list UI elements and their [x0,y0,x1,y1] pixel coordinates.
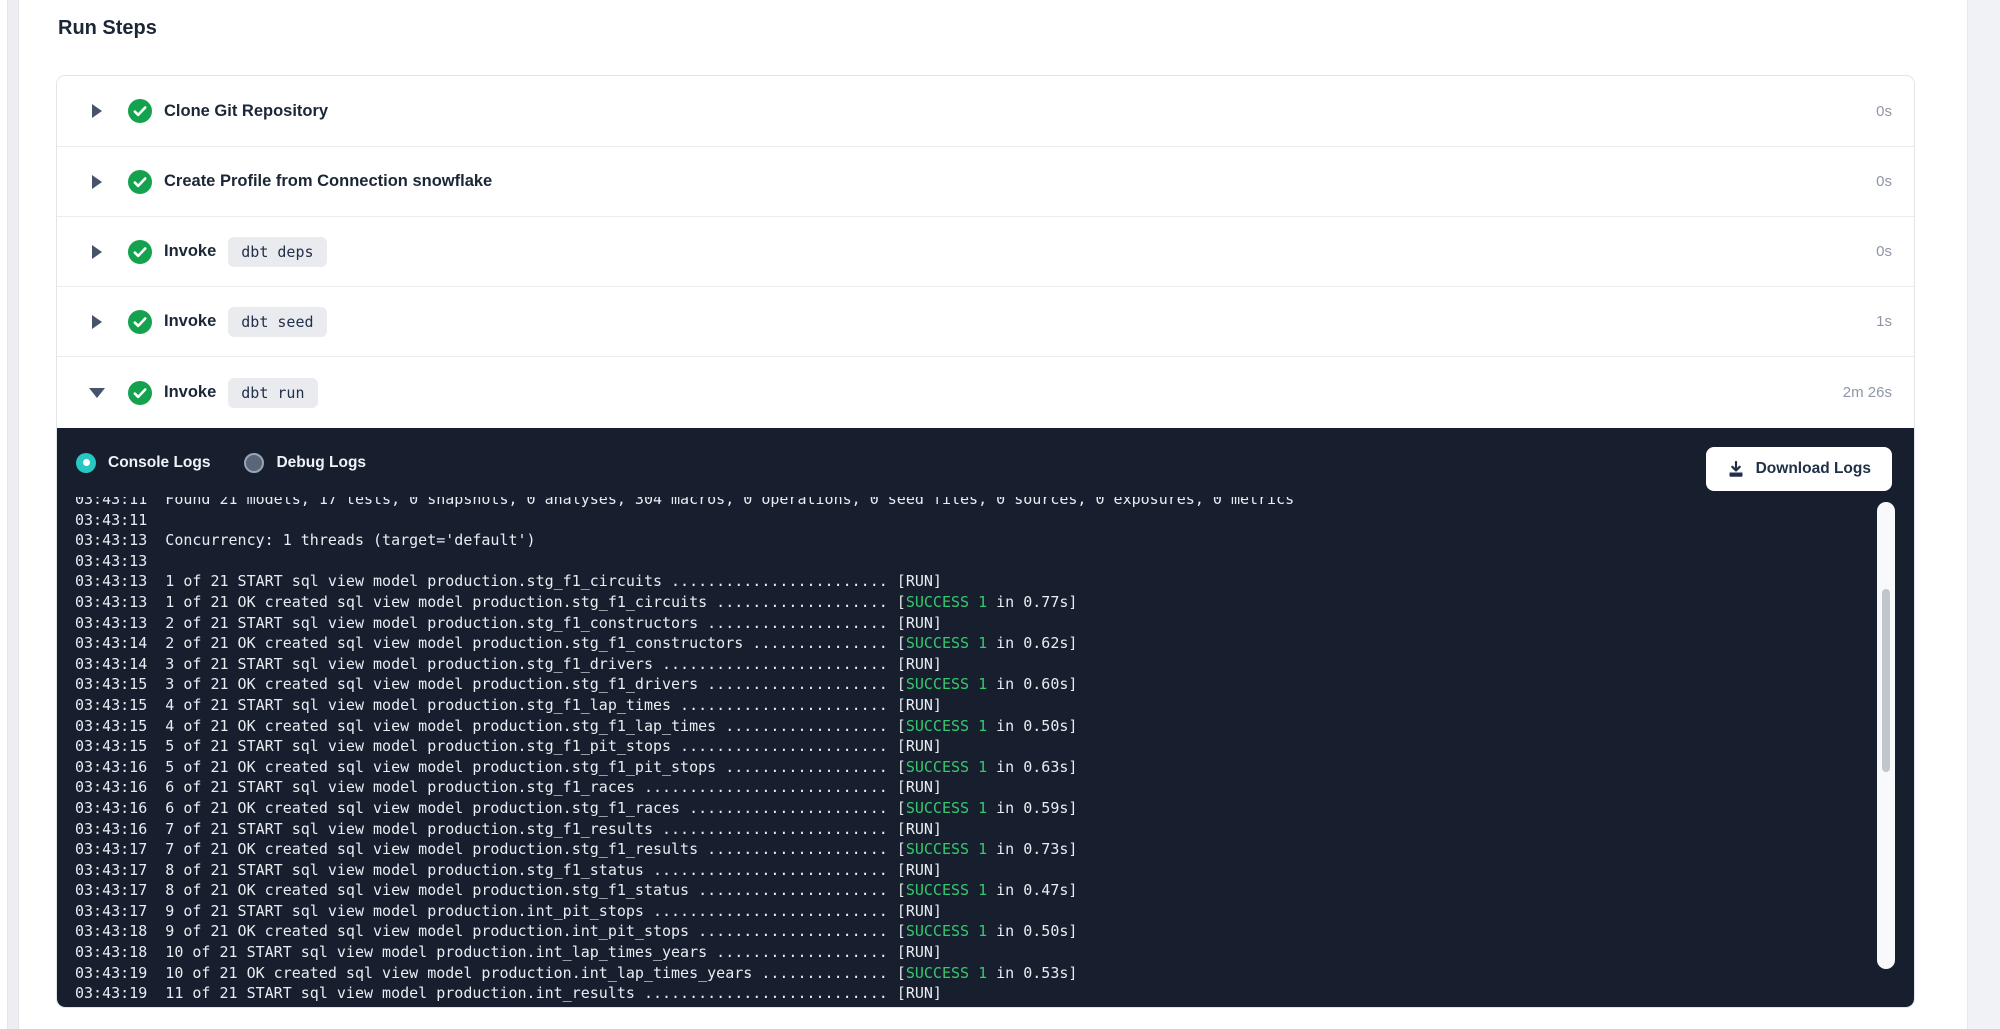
tab-console-logs-label: Console Logs [108,454,210,472]
log-line: 03:43:18 9 of 21 OK created sql view mod… [75,921,1867,942]
log-line: 03:43:17 8 of 21 OK created sql view mod… [75,880,1867,901]
log-line: 03:43:17 7 of 21 OK created sql view mod… [75,839,1867,860]
tab-console-logs[interactable]: Console Logs [76,453,210,473]
step-command-badge: dbt seed [228,307,326,337]
log-line: 03:43:15 5 of 21 START sql view model pr… [75,736,1867,757]
log-line: 03:43:13 Concurrency: 1 threads (target=… [75,530,1867,551]
step-duration: 0s [1876,103,1892,120]
log-tabs: Console Logs Debug Logs [76,428,366,497]
chevron-down-icon[interactable] [88,388,105,398]
step-label: Invoke [164,312,216,331]
step-row[interactable]: Invoke dbt run 2m 26s [57,356,1914,428]
success-check-icon [128,99,152,123]
log-line: 03:43:15 4 of 21 OK created sql view mod… [75,716,1867,737]
log-line: 03:43:16 6 of 21 START sql view model pr… [75,777,1867,798]
download-logs-label: Download Logs [1756,460,1871,478]
success-check-icon [128,170,152,194]
step-duration: 0s [1876,243,1892,260]
log-line: 03:43:15 4 of 21 START sql view model pr… [75,695,1867,716]
success-check-icon [128,310,152,334]
step-command-badge: dbt deps [228,237,326,267]
log-line: 03:43:16 5 of 21 OK created sql view mod… [75,757,1867,778]
step-label: Create Profile from Connection snowflake [164,172,492,191]
radio-unselected-icon [244,453,264,473]
log-line: 03:43:16 6 of 21 OK created sql view mod… [75,798,1867,819]
run-steps-card: Clone Git Repository0sCreate Profile fro… [56,75,1915,1008]
log-line: 03:43:11 Found 21 models, 17 tests, 0 sn… [75,497,1867,510]
step-row[interactable]: Clone Git Repository 0s [57,76,1914,146]
step-label: Invoke [164,383,216,402]
log-line: 03:43:18 10 of 21 START sql view model p… [75,942,1867,963]
success-check-icon [128,240,152,264]
run-steps-page: Run Steps Clone Git Repository0sCreate P… [0,0,2000,1029]
chevron-right-icon[interactable] [88,104,105,118]
console-log[interactable]: 03:43:11 Found 21 models, 17 tests, 0 sn… [75,497,1867,1005]
download-icon [1727,460,1745,478]
log-line: 03:43:13 2 of 21 START sql view model pr… [75,613,1867,634]
log-line: 03:43:13 1 of 21 START sql view model pr… [75,571,1867,592]
log-content: 03:43:11 Found 21 models, 17 tests, 0 sn… [75,497,1867,1004]
download-logs-button[interactable]: Download Logs [1706,447,1892,491]
page-title: Run Steps [58,17,157,40]
tab-debug-logs-label: Debug Logs [276,454,366,472]
log-line: 03:43:17 9 of 21 START sql view model pr… [75,901,1867,922]
log-line: 03:43:14 2 of 21 OK created sql view mod… [75,633,1867,654]
step-label: Clone Git Repository [164,102,328,121]
console-panel: Console Logs Debug Logs Download Logs 03… [57,428,1914,1007]
chevron-right-icon[interactable] [88,245,105,259]
step-duration: 0s [1876,173,1892,190]
right-page-gutter [1967,0,2000,1029]
radio-selected-icon [76,453,96,473]
log-line: 03:43:16 7 of 21 START sql view model pr… [75,819,1867,840]
step-duration: 2m 26s [1843,384,1892,401]
log-line: 03:43:15 3 of 21 OK created sql view mod… [75,674,1867,695]
log-line: 03:43:13 [75,551,1867,572]
left-scrollbar-strip [7,0,19,1029]
step-command-badge: dbt run [228,378,317,408]
chevron-right-icon[interactable] [88,175,105,189]
step-row[interactable]: Invoke dbt seed 1s [57,286,1914,356]
log-line: 03:43:19 10 of 21 OK created sql view mo… [75,963,1867,984]
log-line: 03:43:13 1 of 21 OK created sql view mod… [75,592,1867,613]
log-line: 03:43:17 8 of 21 START sql view model pr… [75,860,1867,881]
step-label: Invoke [164,242,216,261]
success-check-icon [128,381,152,405]
log-line: 03:43:14 3 of 21 START sql view model pr… [75,654,1867,675]
chevron-right-icon[interactable] [88,315,105,329]
log-scrollbar-thumb[interactable] [1882,589,1890,772]
tab-debug-logs[interactable]: Debug Logs [244,453,366,473]
step-row[interactable]: Invoke dbt deps 0s [57,216,1914,286]
log-line: 03:43:11 [75,510,1867,531]
step-duration: 1s [1876,313,1892,330]
step-row[interactable]: Create Profile from Connection snowflake… [57,146,1914,216]
log-line: 03:43:19 11 of 21 START sql view model p… [75,983,1867,1004]
log-scrollbar[interactable] [1877,502,1895,969]
